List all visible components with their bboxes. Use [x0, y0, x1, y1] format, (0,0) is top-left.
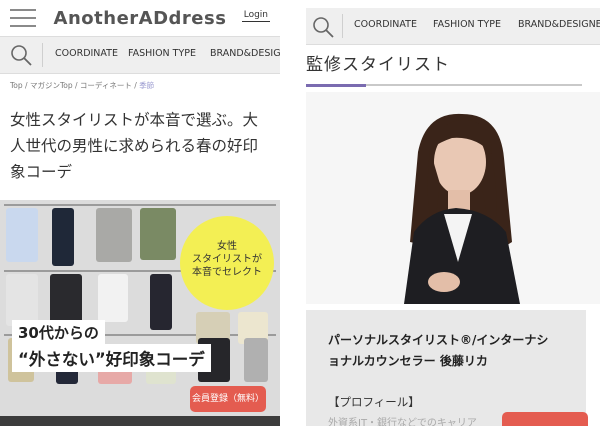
- jacket-image: [50, 274, 82, 324]
- bottom-bar: [0, 416, 280, 426]
- stylist-name-line: ョナルカウンセラー 後藤リカ: [328, 354, 488, 368]
- shirt-image: [6, 274, 38, 326]
- clothes-rack: [4, 204, 276, 206]
- left-phone-screen: AnotherADdress Login COORDINATE FASHION …: [0, 0, 280, 426]
- section-underline: [306, 84, 582, 87]
- category-nav: COORDINATE FASHION TYPE BRAND&DESIGNER: [306, 8, 600, 45]
- stylist-name-line: パーソナルスタイリスト®/インターナシ: [328, 333, 549, 347]
- category-nav: COORDINATE FASHION TYPE BRAND&DESIGNER: [0, 36, 280, 74]
- circle-line: 本音でセレクト: [192, 267, 262, 278]
- search-icon[interactable]: [312, 16, 336, 38]
- nav-brand-designer[interactable]: BRAND&DESIGNER: [518, 19, 600, 30]
- nav-fashion-type[interactable]: FASHION TYPE: [433, 19, 501, 30]
- shirt-image: [6, 208, 38, 262]
- breadcrumb-current[interactable]: 季節: [139, 81, 154, 90]
- section-title: 監修スタイリスト: [306, 55, 450, 75]
- article-title: 女性スタイリストが本音で選ぶ。大 人世代の男性に求められる春の好印 象コーデ: [10, 107, 278, 185]
- breadcrumb-sep: /: [72, 81, 80, 90]
- nav-divider: [342, 14, 343, 38]
- stylist-portrait: [306, 92, 600, 304]
- stylist-name: パーソナルスタイリスト®/インターナシ ョナルカウンセラー 後藤リカ: [328, 330, 578, 372]
- tshirt-image: [98, 274, 128, 322]
- hero-image[interactable]: 女性 スタイリストが 本音でセレクト 30代からの “外さない”好印象コーデ 会…: [0, 200, 280, 426]
- trousers-image: [150, 274, 172, 330]
- stylist-profile-card: パーソナルスタイリスト®/インターナシ ョナルカウンセラー 後藤リカ 【プロフィ…: [306, 310, 586, 426]
- nav-brand-designer[interactable]: BRAND&DESIGNER: [210, 48, 280, 59]
- hero-caption-line1: 30代からの: [12, 320, 105, 345]
- profile-label: 【プロフィール】: [328, 395, 420, 409]
- circle-line: 女性: [217, 241, 237, 252]
- trousers-image: [244, 338, 268, 382]
- article-title-line: 女性スタイリストが本音で選ぶ。大: [10, 111, 259, 129]
- nav-divider: [42, 43, 43, 67]
- floating-action-button[interactable]: [502, 412, 588, 426]
- section-underline-accent: [306, 84, 366, 87]
- stylist-photo: [306, 92, 600, 304]
- breadcrumb: Top / マガジンTop / コーディネート / 季節: [10, 80, 154, 91]
- site-logo[interactable]: AnotherADdress: [0, 8, 280, 29]
- trousers-image: [52, 208, 74, 266]
- article-title-line: 人世代の男性に求められる春の好印: [10, 137, 259, 155]
- right-phone-screen: COORDINATE FASHION TYPE BRAND&DESIGNER 監…: [306, 0, 600, 426]
- nav-coordinate[interactable]: COORDINATE: [354, 19, 417, 30]
- jacket-image: [96, 208, 132, 262]
- breadcrumb-coordinate[interactable]: コーディネート: [80, 81, 132, 90]
- article-title-line: 象コーデ: [10, 163, 73, 181]
- circle-line: スタイリストが: [192, 254, 262, 265]
- stylist-circle-badge: 女性 スタイリストが 本音でセレクト: [180, 216, 274, 310]
- hero-caption-line2: “外さない”好印象コーデ: [12, 344, 211, 372]
- breadcrumb-sep: /: [22, 81, 30, 90]
- nav-fashion-type[interactable]: FASHION TYPE: [128, 48, 196, 59]
- member-register-button[interactable]: 会員登録（無料）: [190, 386, 266, 412]
- search-icon[interactable]: [10, 44, 34, 66]
- nav-coordinate[interactable]: COORDINATE: [55, 48, 118, 59]
- breadcrumb-top[interactable]: Top: [10, 81, 23, 90]
- login-link[interactable]: Login: [241, 9, 270, 22]
- breadcrumb-magazine-top[interactable]: マガジンTop: [30, 81, 73, 90]
- profile-text: 外資系IT・銀行などでのキャリア: [328, 418, 477, 426]
- shirt-image: [140, 208, 176, 260]
- site-header: AnotherADdress Login: [0, 0, 280, 36]
